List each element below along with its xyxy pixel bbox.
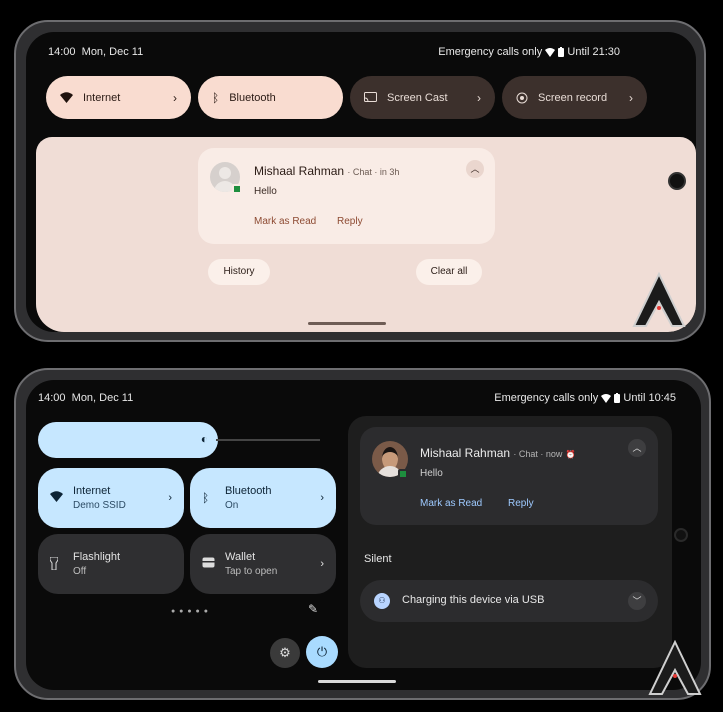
tile-label: Flashlight: [73, 551, 121, 563]
brightness-icon: ◐: [200, 432, 208, 446]
power-icon[interactable]: ⏻: [306, 636, 338, 668]
notification-meta: · Chat · now: [513, 449, 563, 459]
wifi-icon: [60, 92, 73, 103]
quick-tile-screen-cast[interactable]: Screen Cast ›: [350, 76, 495, 119]
emergency-calls-text: Emergency calls only: [494, 392, 599, 404]
watermark-logo-top: [632, 272, 686, 327]
notification-shade: Mishaal Rahman · Chat · in 3h Hello Mark…: [36, 137, 696, 332]
chevron-right-icon: ›: [320, 558, 324, 570]
emergency-calls-text: Emergency calls only: [438, 46, 543, 58]
quick-tile-internet[interactable]: Internet ›: [46, 76, 191, 119]
status-bar: 14:00 Mon, Dec 11 Emergency calls only U…: [48, 46, 620, 60]
tile-label: Wallet: [225, 551, 256, 563]
notification-card[interactable]: Mishaal Rahman · Chat · now ⏰ Hello Mark…: [360, 427, 658, 525]
quick-tile-screen-record[interactable]: Screen record ›: [502, 76, 647, 119]
battery-icon: [614, 393, 621, 404]
cast-icon: [364, 92, 377, 103]
history-button[interactable]: History: [208, 259, 270, 285]
front-camera: [668, 172, 686, 190]
wifi-icon: [50, 491, 63, 502]
settings-gear-icon[interactable]: ⚙: [270, 638, 300, 668]
home-indicator[interactable]: [318, 680, 396, 683]
mark-as-read-button[interactable]: Mark as Read: [420, 498, 482, 509]
tile-label: Bluetooth: [229, 91, 276, 104]
brightness-slider[interactable]: ◐: [38, 422, 218, 458]
tile-sublabel: Tap to open: [225, 566, 278, 577]
status-bar: 14:00 Mon, Dec 11 Emergency calls only U…: [38, 392, 676, 406]
chevron-right-icon: ›: [629, 90, 633, 105]
status-date: Mon, Dec 11: [81, 46, 144, 58]
status-date: Mon, Dec 11: [71, 392, 134, 404]
clear-all-button[interactable]: Clear all: [416, 259, 482, 285]
chevron-down-icon[interactable]: ﹀: [628, 592, 646, 610]
edit-pencil-icon[interactable]: ✎: [308, 602, 318, 616]
collapse-chevron-icon[interactable]: ︿: [628, 439, 646, 457]
status-time: 14:00: [48, 46, 76, 58]
bluetooth-icon: ᛒ: [202, 491, 210, 505]
chevron-right-icon: ›: [320, 492, 324, 504]
battery-until: Until 10:45: [623, 392, 676, 404]
chat-app-icon: [398, 469, 408, 479]
screen-top: 14:00 Mon, Dec 11 Emergency calls only U…: [26, 32, 696, 332]
notification-message: Hello: [254, 186, 277, 197]
bluetooth-icon: ᛒ: [212, 90, 220, 105]
quick-tile-bluetooth[interactable]: ᛒ Bluetooth On ›: [190, 468, 336, 528]
notification-panel: Mishaal Rahman · Chat · now ⏰ Hello Mark…: [348, 416, 672, 668]
wallet-icon: [202, 557, 215, 568]
quick-tile-flashlight[interactable]: Flashlight Off: [38, 534, 184, 594]
quick-tile-bluetooth[interactable]: ᛒ Bluetooth: [198, 76, 343, 119]
battery-until: Until 21:30: [567, 46, 620, 58]
status-time: 14:00: [38, 392, 66, 404]
chevron-right-icon: ›: [477, 90, 481, 105]
tile-sublabel: Off: [73, 566, 87, 577]
wifi-icon: [601, 393, 612, 403]
flashlight-icon: [50, 557, 58, 570]
notification-meta: · Chat · in 3h: [347, 167, 400, 177]
notification-sender: Mishaal Rahman: [420, 446, 511, 460]
collapse-chevron-icon[interactable]: ︿: [466, 160, 484, 178]
page-indicator: ● ● ● ● ●: [171, 608, 209, 615]
usb-icon: ⚇: [374, 593, 390, 609]
quick-tile-internet[interactable]: Internet Demo SSID ›: [38, 468, 184, 528]
notification-card[interactable]: Mishaal Rahman · Chat · in 3h Hello Mark…: [198, 148, 495, 244]
tile-label: Bluetooth: [225, 485, 272, 497]
brightness-track[interactable]: [216, 439, 320, 441]
chevron-right-icon: ›: [168, 492, 172, 504]
tile-sublabel: Demo SSID: [73, 500, 126, 511]
tile-label: Internet: [83, 91, 121, 104]
record-icon: [516, 92, 528, 103]
screen-bottom: 14:00 Mon, Dec 11 Emergency calls only U…: [26, 380, 701, 690]
chat-app-icon: [232, 184, 242, 194]
reply-button[interactable]: Reply: [508, 498, 534, 509]
front-camera: [674, 528, 688, 542]
tile-label: Internet: [73, 485, 111, 497]
watermark-logo-bottom: [648, 640, 702, 695]
charging-notification[interactable]: ⚇ Charging this device via USB ﹀: [360, 580, 658, 622]
notification-message: Hello: [420, 468, 443, 479]
phone-frame-bottom: 14:00 Mon, Dec 11 Emergency calls only U…: [14, 368, 711, 700]
reply-button[interactable]: Reply: [337, 216, 363, 227]
chevron-right-icon: ›: [173, 90, 177, 105]
notification-sender: Mishaal Rahman: [254, 164, 345, 178]
wifi-icon: [545, 47, 556, 57]
quick-tile-wallet[interactable]: Wallet Tap to open ›: [190, 534, 336, 594]
charging-text: Charging this device via USB: [402, 594, 545, 606]
tile-label: Screen record: [538, 91, 608, 104]
alarm-icon: ⏰: [565, 450, 576, 459]
mark-as-read-button[interactable]: Mark as Read: [254, 216, 316, 227]
battery-icon: [558, 47, 565, 58]
silent-section-label: Silent: [364, 553, 392, 565]
phone-frame-top: 14:00 Mon, Dec 11 Emergency calls only U…: [14, 20, 706, 342]
home-indicator[interactable]: [308, 322, 386, 325]
tile-sublabel: On: [225, 500, 239, 511]
tile-label: Screen Cast: [387, 91, 448, 104]
